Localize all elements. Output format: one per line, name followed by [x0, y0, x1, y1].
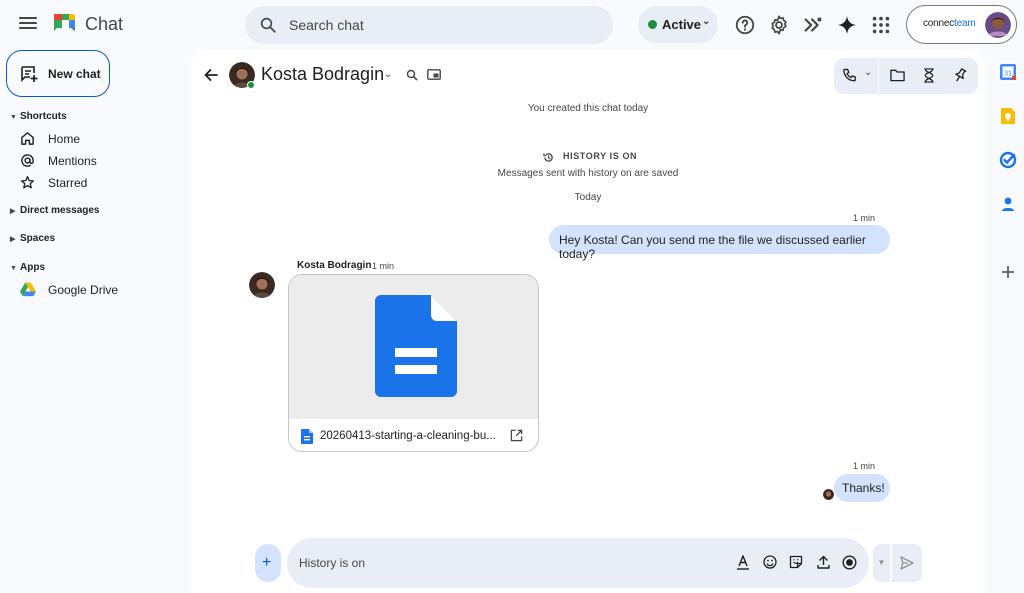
main-menu-button[interactable] — [18, 14, 38, 34]
sidebar-item-mentions[interactable]: Mentions — [18, 151, 178, 171]
format-text-icon[interactable] — [737, 555, 749, 570]
file-footer: 20260413-starting-a-cleaning-bu... — [289, 419, 538, 451]
chat-created-notice: You created this chat today — [527, 103, 649, 114]
search-input[interactable] — [289, 6, 589, 44]
emoji-icon[interactable] — [763, 555, 777, 569]
section-direct-messages[interactable]: ▶ Direct messages — [10, 205, 100, 216]
sidebar-item-label: Google Drive — [48, 283, 119, 297]
record-video-icon[interactable] — [842, 555, 857, 570]
chat-panel: Kosta Bodragin ⌄ ⌄ You created this chat… — [191, 50, 985, 593]
outgoing-message[interactable]: Thanks! — [834, 474, 890, 502]
plus-icon: + — [262, 554, 272, 571]
chat-logo-icon — [54, 14, 75, 31]
google-docs-icon — [375, 295, 457, 397]
upload-icon[interactable] — [817, 555, 830, 569]
add-content-button[interactable]: + — [255, 544, 281, 582]
outgoing-message[interactable]: Hey Kosta! Can you send me the file we d… — [549, 225, 890, 261]
sidebar-item-google-drive[interactable]: Google Drive — [18, 280, 178, 300]
star-icon — [20, 176, 35, 189]
add-apps-icon[interactable] — [1001, 265, 1015, 279]
file-attachment-card[interactable]: 20260413-starting-a-cleaning-bu... — [288, 274, 539, 452]
google-docs-icon — [301, 429, 313, 444]
date-divider: Today — [574, 192, 602, 203]
online-status-dot — [247, 81, 255, 89]
sender-name: Kosta Bodragin — [297, 260, 372, 271]
caret-down-icon: ▼ — [10, 114, 17, 121]
history-icon — [543, 153, 553, 162]
sidebar-item-label: Mentions — [48, 154, 97, 168]
divider — [878, 58, 879, 94]
settings-icon[interactable] — [768, 14, 790, 36]
call-options-chevron-icon[interactable]: ⌄ — [864, 67, 872, 78]
status-dot — [648, 20, 657, 29]
account-switcher[interactable]: connecteam — [906, 5, 1017, 44]
folder-icon[interactable] — [890, 68, 905, 82]
help-icon[interactable] — [734, 14, 756, 36]
caret-right-icon: ▶ — [10, 236, 16, 243]
search-in-chat-icon[interactable] — [406, 69, 418, 81]
sidebar-item-label: Home — [48, 132, 81, 146]
chat-header: Kosta Bodragin ⌄ ⌄ — [191, 50, 985, 100]
caret-right-icon: ▶ — [10, 208, 16, 215]
google-tasks-icon[interactable] — [999, 151, 1017, 169]
keep-icon[interactable] — [999, 107, 1017, 125]
send-button[interactable] — [892, 544, 922, 582]
gemini-icon[interactable] — [836, 14, 858, 36]
home-icon — [21, 132, 34, 145]
message-timestamp: 1 min — [853, 213, 876, 223]
header-actions: ⌄ — [834, 58, 978, 94]
send-controls: ▼ — [873, 544, 922, 582]
user-avatar[interactable] — [985, 12, 1011, 38]
google-apps-icon[interactable] — [870, 14, 892, 36]
send-options-caret-icon[interactable]: ▼ — [873, 544, 890, 582]
search-bar[interactable] — [245, 6, 613, 44]
contact-name[interactable]: Kosta Bodragin — [261, 64, 384, 85]
file-preview[interactable] — [289, 275, 538, 419]
top-bar: Chat Active ⌄ connecteam — [0, 0, 1024, 50]
message-composer[interactable] — [287, 538, 869, 588]
message-timestamp: 1 min — [372, 261, 395, 271]
history-status-subtitle: Messages sent with history on are saved — [497, 168, 679, 179]
picture-in-picture-icon[interactable] — [427, 69, 441, 80]
calendar-icon[interactable]: 31 — [999, 63, 1017, 81]
sidebar-item-label: Starred — [48, 176, 88, 190]
read-receipt-avatar — [823, 489, 834, 500]
section-apps[interactable]: ▼ Apps — [10, 262, 45, 273]
contacts-icon[interactable] — [999, 195, 1017, 213]
new-chat-icon — [21, 66, 38, 82]
app-name: Chat — [85, 14, 124, 34]
message-input[interactable] — [299, 538, 719, 588]
pin-icon[interactable] — [953, 68, 967, 83]
organization-logo: connecteam — [923, 18, 976, 29]
google-drive-icon — [20, 282, 36, 297]
chevron-down-icon: ⌄ — [702, 16, 711, 27]
back-arrow-icon[interactable] — [203, 67, 219, 83]
phone-icon[interactable] — [842, 68, 857, 83]
tasks-icon[interactable] — [922, 68, 936, 83]
send-icon — [900, 556, 914, 570]
new-chat-button[interactable]: New chat — [6, 50, 110, 97]
new-chat-label: New chat — [48, 67, 101, 81]
section-shortcuts[interactable]: ▼ Shortcuts — [10, 111, 67, 122]
sticker-icon[interactable] — [789, 555, 803, 569]
section-spaces[interactable]: ▶ Spaces — [10, 233, 55, 244]
search-icon[interactable] — [259, 16, 277, 34]
status-dropdown[interactable]: Active ⌄ — [638, 6, 718, 43]
svg-text:31: 31 — [1004, 71, 1012, 78]
sender-avatar[interactable] — [249, 272, 275, 298]
caret-down-icon: ▼ — [10, 265, 17, 272]
file-name[interactable]: 20260413-starting-a-cleaning-bu... — [320, 430, 502, 442]
message-timestamp: 1 min — [853, 461, 876, 471]
sidebar-item-home[interactable]: Home — [18, 129, 178, 149]
history-status-title: HISTORY IS ON — [563, 151, 638, 161]
open-in-new-icon[interactable] — [510, 429, 523, 442]
at-icon — [21, 154, 34, 167]
sidebar-item-starred[interactable]: Starred — [18, 173, 178, 193]
chevron-down-icon[interactable]: ⌄ — [384, 69, 392, 80]
status-label: Active — [662, 17, 702, 32]
apps-shortcut-icon[interactable] — [802, 14, 824, 36]
